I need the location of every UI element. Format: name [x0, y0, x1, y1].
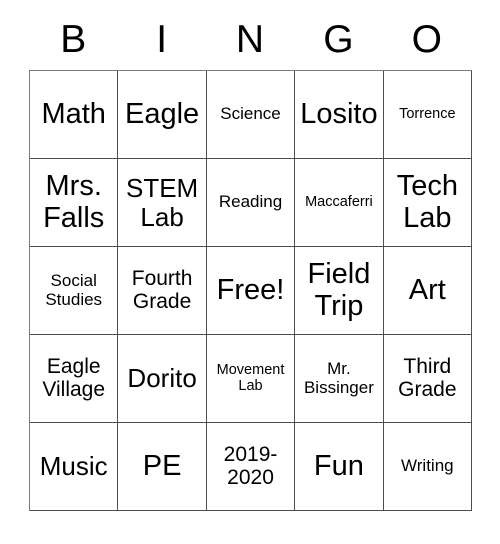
- bingo-cell-label: Maccaferri: [305, 193, 373, 210]
- bingo-cell-label: Losito: [300, 97, 378, 130]
- bingo-cell-label: Eagle Village: [42, 354, 106, 401]
- bingo-cell[interactable]: Dorito: [118, 335, 207, 423]
- bingo-header-letter-i: I: [156, 17, 168, 61]
- bingo-grid: Math Eagle Science Losito Torrence Mrs. …: [29, 70, 473, 511]
- bingo-row: Social Studies Fourth Grade Free! Field …: [30, 247, 473, 335]
- bingo-cell-label: Third Grade: [398, 354, 457, 401]
- bingo-cell[interactable]: 2019-2020: [206, 423, 296, 511]
- bingo-cell[interactable]: Math: [30, 71, 119, 159]
- bingo-cell-label: Dorito: [127, 363, 197, 394]
- bingo-cell[interactable]: PE: [118, 423, 207, 511]
- bingo-cell[interactable]: Maccaferri: [295, 159, 384, 247]
- bingo-cell-label: Social Studies: [45, 271, 103, 309]
- bingo-cell[interactable]: Torrence: [383, 71, 473, 159]
- bingo-cell[interactable]: Eagle Village: [30, 335, 119, 423]
- bingo-cell-label: Mrs. Falls: [43, 170, 105, 234]
- bingo-cell[interactable]: Social Studies: [30, 247, 119, 335]
- bingo-cell-label: Math: [41, 97, 106, 130]
- bingo-cell-label: Science: [220, 104, 281, 124]
- bingo-cell-label: 2019-2020: [223, 442, 278, 489]
- bingo-cell-label: Mr. Bissinger: [303, 359, 374, 397]
- bingo-row: Mrs. Falls STEM Lab Reading Maccaferri T…: [30, 159, 473, 247]
- bingo-cell-label: Eagle: [125, 97, 200, 130]
- bingo-cell[interactable]: STEM Lab: [118, 159, 207, 247]
- bingo-header-letter-b: B: [60, 17, 87, 61]
- bingo-cell[interactable]: Field Trip: [295, 247, 384, 335]
- bingo-cell[interactable]: Losito: [295, 71, 384, 159]
- bingo-cell-label: Art: [408, 273, 446, 306]
- bingo-row: Math Eagle Science Losito Torrence: [30, 71, 473, 159]
- bingo-cell-label: Free!: [216, 273, 285, 306]
- bingo-row: Music PE 2019-2020 Fun Writing: [30, 423, 473, 511]
- bingo-cell[interactable]: Movement Lab: [206, 335, 296, 423]
- bingo-cell-label: Torrence: [399, 105, 456, 122]
- bingo-header-letter-o: O: [411, 17, 442, 61]
- bingo-cell-label: STEM Lab: [125, 173, 199, 232]
- bingo-cell[interactable]: Fourth Grade: [118, 247, 207, 335]
- bingo-cell[interactable]: Reading: [206, 159, 296, 247]
- bingo-header-letter-g: G: [323, 17, 354, 61]
- bingo-header-row: B I N G O: [29, 8, 471, 70]
- bingo-cell-label: Movement Lab: [216, 361, 285, 394]
- bingo-cell[interactable]: Music: [30, 423, 119, 511]
- bingo-cell-label: Music: [39, 451, 108, 482]
- bingo-cell[interactable]: Tech Lab: [383, 159, 473, 247]
- bingo-cell[interactable]: Art: [383, 247, 473, 335]
- bingo-cell[interactable]: Fun: [295, 423, 384, 511]
- bingo-cell[interactable]: Third Grade: [383, 335, 473, 423]
- bingo-card: B I N G O Math Eagle Science Losito Torr…: [29, 8, 473, 511]
- bingo-cell[interactable]: Writing: [383, 423, 473, 511]
- bingo-cell-label: Tech Lab: [396, 170, 458, 234]
- bingo-cell-label: Reading: [218, 192, 283, 212]
- bingo-cell[interactable]: Eagle: [118, 71, 207, 159]
- bingo-cell-label: Field Trip: [307, 258, 371, 322]
- bingo-cell-label: Fourth Grade: [131, 266, 193, 313]
- bingo-cell-label: PE: [142, 449, 182, 482]
- bingo-cell[interactable]: Science: [206, 71, 296, 159]
- bingo-header-letter-n: N: [235, 17, 265, 61]
- bingo-row: Eagle Village Dorito Movement Lab Mr. Bi…: [30, 335, 473, 423]
- bingo-cell[interactable]: Mr. Bissinger: [295, 335, 384, 423]
- bingo-cell-free[interactable]: Free!: [206, 247, 296, 335]
- bingo-cell-label: Writing: [401, 456, 454, 476]
- bingo-cell-label: Fun: [313, 449, 364, 482]
- bingo-cell[interactable]: Mrs. Falls: [30, 159, 119, 247]
